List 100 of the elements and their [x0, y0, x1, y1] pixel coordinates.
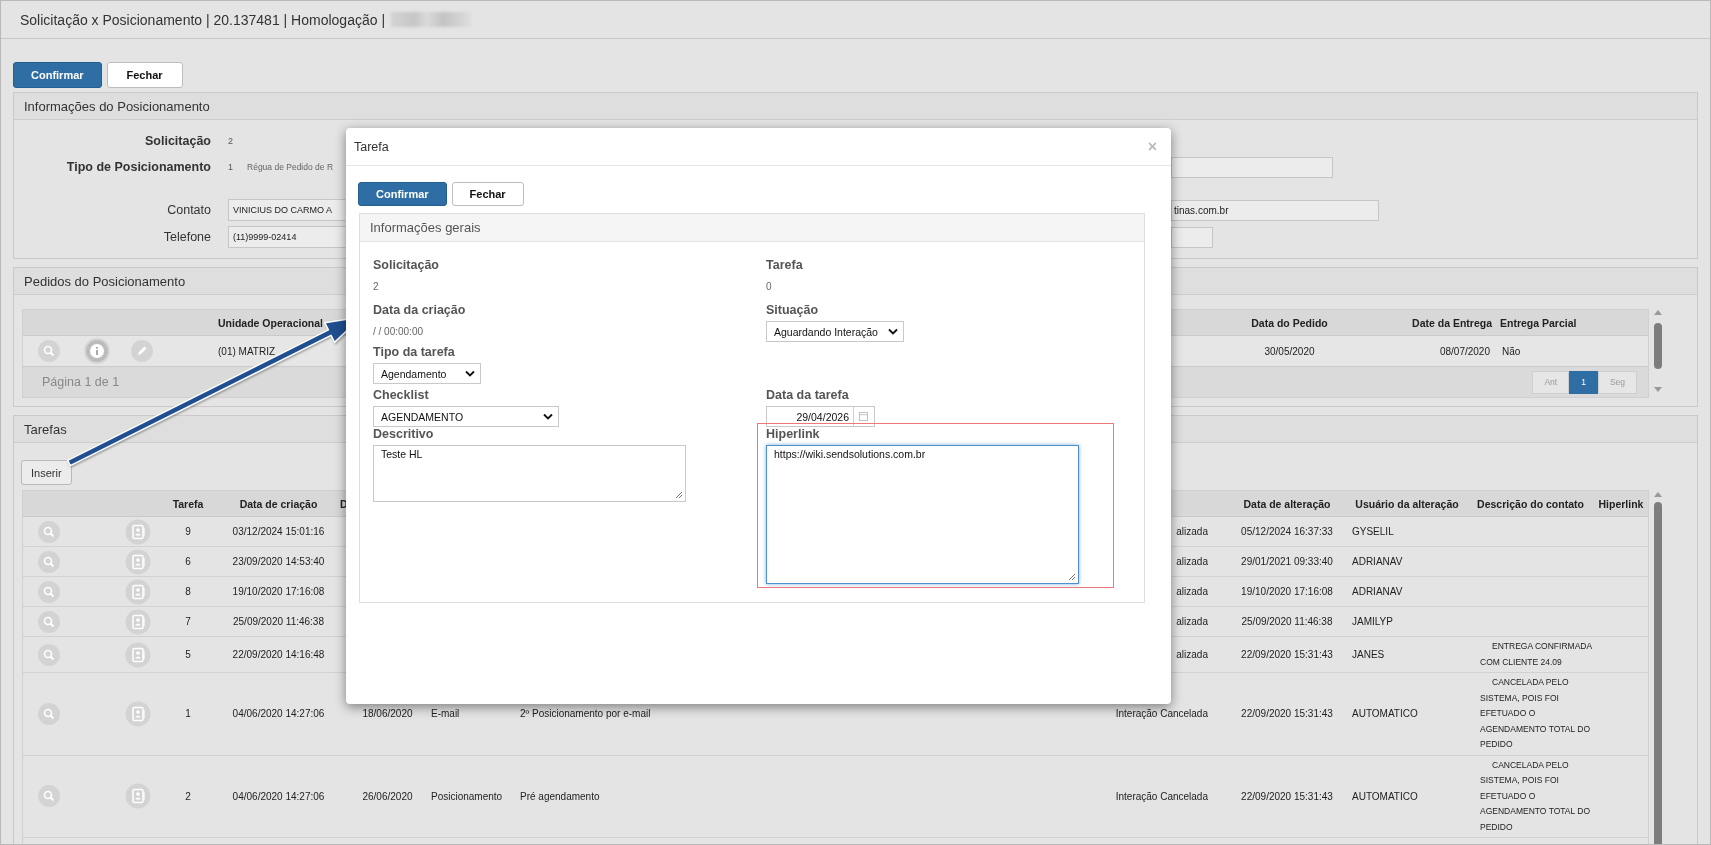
- column-header: Usuário da alteração: [1355, 497, 1459, 510]
- column-header: Unidade Operacional: [218, 316, 324, 329]
- input-field[interactable]: [1171, 156, 1333, 178]
- search-icon[interactable]: [38, 643, 60, 666]
- field-label: Hiperlink: [766, 426, 820, 442]
- table-cell: alizada: [1176, 526, 1208, 537]
- contact-book-icon[interactable]: [125, 518, 151, 545]
- table-cell: 25/09/2020 11:46:38: [233, 616, 324, 627]
- search-icon[interactable]: [38, 550, 60, 573]
- field-label: Telefone: [162, 230, 211, 244]
- contact-book-icon[interactable]: [125, 578, 151, 605]
- chevron-down-icon: [887, 328, 898, 335]
- input-field[interactable]: (11)9999-02414: [228, 226, 345, 248]
- text-area[interactable]: Teste HL: [373, 445, 686, 502]
- table-cell: 22/09/2020 14:16:48: [232, 649, 325, 660]
- confirm-button[interactable]: Confirmar: [358, 182, 447, 206]
- search-icon[interactable]: [38, 340, 60, 362]
- table-cell: JANES: [1352, 649, 1385, 660]
- table-cell: Posicionamento: [431, 790, 503, 802]
- close-button[interactable]: Fechar: [106, 62, 183, 88]
- table-cell: AUTOMATICO: [1352, 790, 1418, 802]
- field-label: Data da tarefa: [766, 387, 849, 403]
- input-field[interactable]: [1171, 226, 1213, 248]
- field-label: Contato: [166, 203, 211, 217]
- table-cell: 19/10/2020 17:16:08: [1241, 586, 1333, 597]
- table-cell: alizada: [1176, 586, 1208, 597]
- contact-book-icon[interactable]: [125, 548, 151, 575]
- dropdown[interactable]: Agendamento: [373, 363, 481, 384]
- page-button[interactable]: 1: [1569, 370, 1598, 394]
- table-cell: 23/09/2020 14:53:40: [232, 556, 325, 567]
- contact-book-icon[interactable]: [125, 700, 151, 727]
- scrollbar[interactable]: [1652, 309, 1664, 393]
- column-header: Tarefa: [172, 497, 204, 510]
- table-cell: alizada: [1176, 616, 1208, 627]
- window-title: Solicitação x Posicionamento | 20.137481 | Homologação |: [20, 11, 386, 28]
- table-cell: JAMILYP: [1352, 616, 1393, 627]
- field-label: Solicitação: [373, 257, 439, 273]
- field-value: 0: [766, 281, 772, 292]
- dialog-title: Tarefa: [354, 139, 389, 154]
- table-cell: 08/07/2020: [1439, 345, 1490, 357]
- column-header: Date da Entrega: [1412, 316, 1492, 329]
- confirm-button[interactable]: Confirmar: [13, 62, 102, 88]
- search-icon[interactable]: [38, 610, 60, 633]
- text-area[interactable]: https://wiki.sendsolutions.com.br: [766, 445, 1079, 584]
- resize-grip-icon: [1068, 573, 1076, 581]
- table-cell: 03/12/2024 15:01:16: [232, 526, 325, 537]
- column-header: Data do Pedido: [1251, 316, 1328, 329]
- table-cell: 22/09/2020 15:31:43: [1241, 649, 1333, 660]
- table-cell: 6: [185, 556, 191, 567]
- chevron-down-icon: [543, 413, 553, 420]
- close-button[interactable]: Fechar: [451, 182, 524, 206]
- search-icon[interactable]: [38, 520, 60, 543]
- scrollbar[interactable]: [1652, 490, 1664, 844]
- contact-book-icon[interactable]: [125, 641, 151, 668]
- table-cell: 22/09/2020 15:31:43: [1241, 708, 1333, 720]
- table-cell: alizada: [1176, 649, 1208, 660]
- table-cell: ADRIANAV: [1352, 556, 1403, 567]
- input-field[interactable]: tinas.com.br: [1171, 199, 1379, 221]
- table-cell-text: ENTREGA CONFIRMADA COM CLIENTE 24.09: [1480, 640, 1592, 669]
- edit-icon[interactable]: [131, 340, 153, 362]
- date-field[interactable]: 29/04/2026: [766, 406, 875, 427]
- search-icon[interactable]: [38, 580, 60, 603]
- field-label: Data da criação: [373, 302, 466, 318]
- panel-title: Tarefas: [24, 421, 67, 437]
- table-cell: Não: [1502, 345, 1521, 357]
- table-cell: (01) MATRIZ: [218, 345, 276, 357]
- search-icon[interactable]: [38, 785, 60, 808]
- info-icon[interactable]: [84, 338, 110, 364]
- table-cell: GYSELIL: [1352, 526, 1394, 537]
- table-cell: E-mail: [431, 708, 460, 720]
- dropdown[interactable]: Aguardando Interação: [766, 321, 904, 342]
- field-value: Régua de Pedido de R: [247, 162, 334, 172]
- table-cell: 18/06/2020: [362, 708, 413, 720]
- field-label: Checklist: [373, 387, 429, 403]
- section-title: Informações gerais: [370, 220, 481, 235]
- contact-book-icon[interactable]: [125, 783, 151, 810]
- search-icon[interactable]: [38, 702, 60, 725]
- column-header: Descrição do contato: [1477, 497, 1584, 510]
- table-cell: Interação Cancelada: [1115, 790, 1208, 802]
- panel-title: Pedidos do Posicionamento: [24, 273, 186, 289]
- table-cell: 26/06/2020: [362, 790, 413, 802]
- table-cell: Interação Cancelada: [1115, 708, 1208, 720]
- field-label: Tarefa: [766, 257, 803, 273]
- field-value: 1: [228, 162, 233, 172]
- field-label: Descritivo: [373, 426, 434, 442]
- table-cell: 8: [185, 586, 191, 597]
- field-value: / / 00:00:00: [373, 326, 424, 337]
- field-value: 2: [373, 281, 379, 292]
- dropdown[interactable]: AGENDAMENTO: [373, 406, 559, 427]
- table-cell: alizada: [1176, 556, 1208, 567]
- panel-title: Informações do Posicionamento: [24, 98, 210, 114]
- input-field[interactable]: VINICIUS DO CARMO A: [228, 199, 345, 221]
- chevron-down-icon: [465, 370, 475, 377]
- table-cell: 9: [185, 526, 191, 537]
- contact-book-icon[interactable]: [125, 608, 151, 635]
- field-label: Solicitação: [144, 134, 211, 148]
- field-value: 2: [228, 136, 233, 146]
- field-label: Tipo da tarefa: [373, 344, 455, 360]
- insert-button[interactable]: Inserir: [21, 460, 72, 485]
- table-cell: 7: [185, 616, 191, 627]
